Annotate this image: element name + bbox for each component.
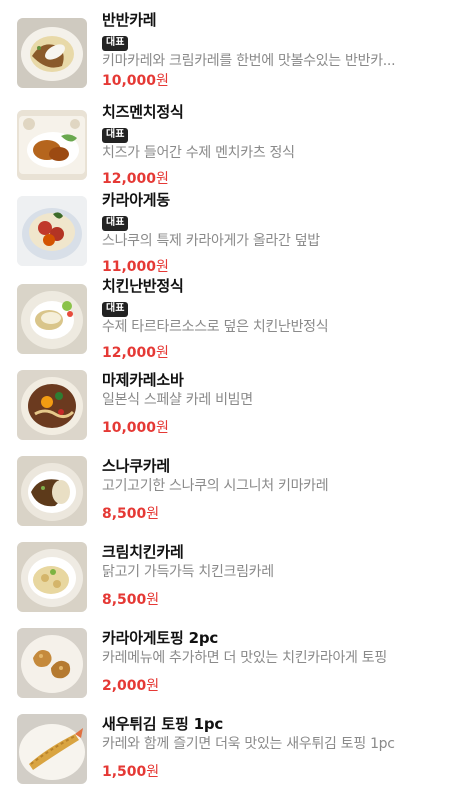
signature-badge: 대표 <box>102 216 129 231</box>
menu-item-description: 닭고기 가득가득 치킨크림카레 <box>102 564 274 580</box>
signature-badge: 대표 <box>102 36 129 51</box>
menu-item-name: 스나쿠카레 <box>102 457 171 475</box>
menu-item-price: 12,000원 <box>102 345 169 361</box>
menu-item-name: 크림치킨카레 <box>102 543 184 561</box>
menu-item-name: 치즈멘치정식 <box>102 103 184 121</box>
menu-item[interactable]: 치킨난반정식 대표 수제 타르타르소스로 덮은 치킨난반정식 12,000원 <box>0 276 463 362</box>
menu-item-name: 새우튀김 토핑 1pc <box>102 715 224 733</box>
menu-item[interactable]: 치즈멘치정식 대표 치즈가 들어간 수제 멘치카츠 정식 12,000원 <box>0 102 463 188</box>
cheese-menchi-set-icon <box>17 110 87 180</box>
menu-item-description: 고기고기한 스나쿠의 시그니처 키마카레 <box>102 478 329 494</box>
menu-list: 반반카레 대표 키마카레와 크림카레를 한번에 맛볼수있는 반반카... 10,… <box>0 0 463 803</box>
menu-item[interactable]: 크림치킨카레 닭고기 가득가득 치킨크림카레 8,500원 <box>0 540 463 626</box>
menu-item-description: 카레와 함께 즐기면 더욱 맛있는 새우튀김 토핑 1pc <box>102 736 395 752</box>
menu-item-name: 치킨난반정식 <box>102 277 184 295</box>
menu-item-price: 1,500원 <box>102 764 160 780</box>
karaage-don-icon <box>17 196 87 266</box>
menu-item[interactable]: 마제카레소바 일본식 스페샬 카레 비빔면 10,000원 <box>0 368 463 454</box>
menu-item-price: 10,000원 <box>102 420 169 436</box>
menu-item-description: 수제 타르타르소스로 덮은 치킨난반정식 <box>102 319 329 335</box>
karaage-topping-icon <box>17 628 87 698</box>
menu-item-name: 카라아게동 <box>102 191 171 209</box>
menu-item-name: 반반카레 <box>102 11 157 29</box>
menu-item-description: 카레메뉴에 추가하면 더 맛있는 치킨카라아게 토핑 <box>102 650 387 666</box>
menu-item-price: 11,000원 <box>102 259 169 275</box>
menu-item-description: 키마카레와 크림카레를 한번에 맛볼수있는 반반카... <box>102 53 396 69</box>
menu-item[interactable]: 새우튀김 토핑 1pc 카레와 함께 즐기면 더욱 맛있는 새우튀김 토핑 1p… <box>0 712 463 798</box>
menu-item[interactable]: 반반카레 대표 키마카레와 크림카레를 한번에 맛볼수있는 반반카... 10,… <box>0 11 463 100</box>
menu-item-price: 12,000원 <box>102 171 169 187</box>
menu-item-price: 2,000원 <box>102 678 160 694</box>
menu-item-name: 카라아게토핑 2pc <box>102 629 219 647</box>
signature-badge: 대표 <box>102 302 129 317</box>
snaku-curry-icon <box>17 456 87 526</box>
menu-item-price: 8,500원 <box>102 506 160 522</box>
half-half-curry-icon <box>17 18 87 88</box>
maze-curry-soba-icon <box>17 370 87 440</box>
menu-item-description: 스나쿠의 특제 카라아게가 올라간 덮밥 <box>102 233 320 249</box>
signature-badge: 대표 <box>102 128 129 143</box>
menu-item-description: 일본식 스페샬 카레 비빔면 <box>102 392 253 408</box>
menu-item-price: 10,000원 <box>102 73 169 89</box>
chicken-nanban-set-icon <box>17 284 87 354</box>
cream-chicken-curry-icon <box>17 542 87 612</box>
menu-item[interactable]: 카라아게토핑 2pc 카레메뉴에 추가하면 더 맛있는 치킨카라아게 토핑 2,… <box>0 626 463 712</box>
menu-item-name: 마제카레소바 <box>102 371 184 389</box>
menu-item[interactable]: 카라아게동 대표 스나쿠의 특제 카라아게가 올라간 덮밥 11,000원 <box>0 190 463 276</box>
menu-item-price: 8,500원 <box>102 592 160 608</box>
menu-item-description: 치즈가 들어간 수제 멘치카츠 정식 <box>102 145 295 161</box>
menu-item[interactable]: 스나쿠카레 고기고기한 스나쿠의 시그니처 키마카레 8,500원 <box>0 454 463 540</box>
fried-shrimp-topping-icon <box>17 714 87 784</box>
